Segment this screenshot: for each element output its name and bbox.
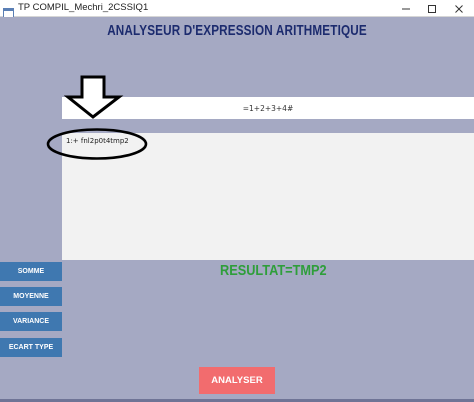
highlight-ellipse [46,128,148,160]
page-title: ANALYSEUR D'EXPRESSION ARITHMETIQUE [107,22,367,39]
close-icon [455,4,463,13]
window-title: TP COMPIL_Mechri_2CSSIQ1 [18,2,149,13]
variance-button[interactable]: VARIANCE [0,312,62,331]
window-titlebar: TP COMPIL_Mechri_2CSSIQ1 [0,0,474,18]
close-button[interactable] [446,0,472,17]
down-arrow-icon [64,75,124,119]
result-label: RESULTAT=TMP2 [220,262,327,279]
minimize-button[interactable] [393,0,419,17]
analyser-button[interactable]: ANALYSER [199,367,275,394]
somme-button[interactable]: SOMME [0,262,62,281]
app-icon [3,3,14,18]
moyenne-button[interactable]: MOYENNE [0,287,62,306]
maximize-button[interactable] [419,0,445,17]
ecart-type-button[interactable]: ECART TYPE [0,338,62,357]
maximize-icon [428,4,436,13]
minimize-icon [402,8,410,9]
app-body: ANALYSEUR D'EXPRESSION ARITHMETIQUE 1:+ … [0,17,474,402]
